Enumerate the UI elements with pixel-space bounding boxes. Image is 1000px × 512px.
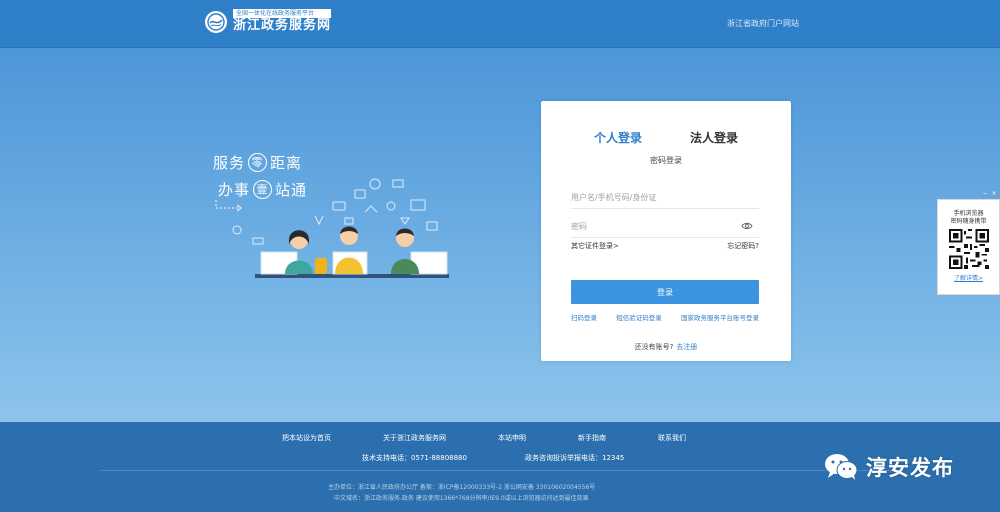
complaint-phone: 政务咨询投诉举报电话：12345 (524, 454, 625, 462)
service-staff-illustration (232, 178, 449, 278)
register-row: 还没有账号? 去注册 (541, 342, 791, 352)
footer-link-statement[interactable]: 本站申明 (498, 433, 526, 443)
tab-legal-person-login[interactable]: 法人登录 (690, 129, 738, 146)
wechat-watermark: 淳安发布 (824, 452, 954, 482)
username-input[interactable] (571, 193, 759, 202)
footer-info-line-1: 主办单位：浙江省人民政府办公厅 备案：浙ICP备12000333号-2 浙公网安… (328, 484, 596, 491)
login-button[interactable]: 登录 (571, 280, 759, 304)
slogan-line-1: 服务 零 距离 (213, 150, 307, 174)
hero-section (0, 48, 1000, 422)
forgot-password-link[interactable]: 忘记密码? (727, 241, 759, 251)
tab-personal-login[interactable]: 个人登录 (594, 129, 642, 146)
footer-info-line-2: 中文域名：浙江政务服务.政务 建议使用1366*768分辨率/IE9.0或以上浏… (334, 495, 589, 502)
footer-link-contact[interactable]: 联系我们 (658, 433, 686, 443)
login-tabs: 个人登录 法人登录 (541, 129, 791, 146)
qr-minimize-icon[interactable]: − (981, 190, 989, 198)
provincial-portal-link[interactable]: 浙江省政府门户网站 (727, 18, 799, 29)
qr-title-line-1: 手机浏览器 (953, 210, 984, 217)
tech-support-phone: 技术支持电话：0571-88808880 (362, 454, 467, 462)
login-helper-links: 其它证件登录> 忘记密码? (571, 241, 759, 251)
password-input[interactable] (571, 222, 759, 231)
qr-learn-more-link[interactable]: 了解详情> (938, 273, 999, 282)
national-platform-login-link[interactable]: 国家政务服务平台账号登录 (681, 312, 759, 322)
footer-link-guide[interactable]: 新手指南 (578, 433, 606, 443)
login-mode-label: 密码登录 (650, 156, 682, 165)
qr-close-icon[interactable]: × (990, 190, 998, 198)
password-field-wrapper (571, 216, 759, 238)
slogan-1-circled: 零 (248, 152, 268, 172)
footer-support-phones: 技术支持电话：0571-88808880 政务咨询投诉举报电话：12345 (362, 453, 624, 463)
no-account-text: 还没有账号? (634, 343, 674, 351)
footer-nav: 把本站设为首页 关于浙江政务服务网 本站申明 新手指南 联系我们 (282, 433, 686, 443)
site-logo[interactable]: 全国一体化在线政务服务平台 浙江政务服务网 (205, 9, 332, 34)
register-link[interactable]: 去注册 (676, 343, 697, 351)
qr-title-line-2: 密码随身携带 (950, 218, 987, 225)
desk (255, 274, 449, 278)
slogan-1-before: 服务 (213, 153, 246, 172)
qr-code-image (948, 229, 989, 269)
qr-widget-title: 手机浏览器 密码随身携带 (938, 210, 999, 226)
qr-code-login-link[interactable]: 扫码登录 (571, 312, 597, 322)
footer-link-set-homepage[interactable]: 把本站设为首页 (282, 433, 331, 443)
alternative-login-links: 扫码登录 短信验证码登录 国家政务服务平台账号登录 (571, 312, 759, 322)
logo-emblem-icon (205, 10, 227, 33)
username-field-wrapper (571, 187, 759, 209)
logo-text-block: 全国一体化在线政务服务平台 浙江政务服务网 (233, 9, 332, 34)
top-header-bar: 全国一体化在线政务服务平台 浙江政务服务网 浙江省政府门户网站 (0, 0, 1000, 48)
watermark-text: 淳安发布 (866, 456, 954, 480)
show-password-eye-icon[interactable] (741, 222, 753, 230)
qr-widget-controls: − × (981, 190, 998, 198)
logo-title: 浙江政务服务网 (233, 18, 332, 33)
other-certificate-login-link[interactable]: 其它证件登录> (571, 241, 619, 251)
sms-code-login-link[interactable]: 短信验证码登录 (616, 312, 662, 322)
slogan-1-after: 距离 (270, 153, 303, 172)
footer-link-about[interactable]: 关于浙江政务服务网 (383, 433, 446, 443)
logo-subtitle: 全国一体化在线政务服务平台 (233, 9, 332, 18)
mobile-qr-widget: − × 手机浏览器 密码随身携带 了解详情> (937, 190, 1000, 295)
footer-divider (100, 470, 900, 471)
wechat-icon (825, 454, 858, 480)
login-card: 个人登录 法人登录 密码登录 其它证件登录> 忘记密码? 登录 扫码登录 短信验… (541, 101, 791, 361)
